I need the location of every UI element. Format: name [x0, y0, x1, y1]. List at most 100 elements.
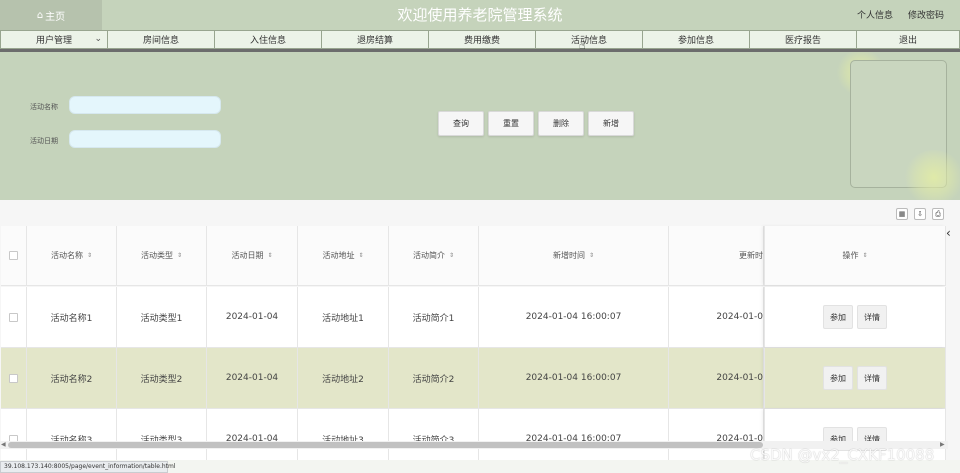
nav-item-logout[interactable]: 退出 — [857, 31, 960, 48]
table-cell: 活动名称3 — [27, 409, 117, 460]
profile-link[interactable]: 个人信息 — [857, 8, 893, 21]
print-icon[interactable]: ⎙ — [932, 208, 944, 220]
activity-date-label: 活动日期 — [30, 137, 58, 145]
table-cell: 活动名称2 — [27, 348, 117, 408]
nav-item-activity-info[interactable]: 活动信息 — [536, 31, 643, 48]
table-cell: 活动地址3 — [298, 409, 389, 460]
column-label: 活动日期 — [231, 251, 264, 260]
activity-date-input[interactable] — [69, 130, 221, 148]
column-header[interactable]: 新增时间 ⇕ — [479, 226, 669, 285]
table-cell: 活动简介3 — [389, 409, 479, 460]
status-url: 39.108.173.140:8005/page/event_informati… — [0, 461, 176, 473]
add-button[interactable]: 新增 — [588, 111, 634, 136]
column-header[interactable]: 活动名称 ⇕ — [27, 226, 117, 285]
cursor-icon: ☝ — [579, 39, 586, 52]
export-icon[interactable]: ⇩ — [914, 208, 926, 220]
main-nav: 用户管理 ⌄ 房间信息 入住信息 退房结算 费用缴费 活动信息 参加信息 医疗报… — [0, 30, 960, 49]
nav-item-room-info[interactable]: 房间信息 — [108, 31, 215, 48]
scroll-right-icon[interactable]: ▶ — [940, 441, 945, 449]
column-header[interactable]: 更新时 — [669, 226, 764, 285]
page-title: 欢迎使用养老院管理系统 — [397, 6, 563, 24]
chevron-down-icon: ⌄ — [94, 34, 102, 44]
row-select-cell — [1, 409, 27, 460]
column-header[interactable]: 活动日期 ⇕ — [207, 226, 298, 285]
table-cell: 活动地址2 — [298, 348, 389, 408]
sort-icon: ⇕ — [448, 252, 455, 259]
nav-item-participation-info[interactable]: 参加信息 — [643, 31, 750, 48]
column-header[interactable]: 操作 ⇕ — [764, 226, 946, 285]
delete-button[interactable]: 删除 — [538, 111, 584, 136]
select-all-checkbox[interactable] — [9, 251, 18, 260]
table-cell: 2024-01-0 — [669, 348, 764, 408]
columns-icon[interactable]: ▦ — [896, 208, 908, 220]
nav-label: 房间信息 — [142, 36, 179, 46]
reset-button[interactable]: 重置 — [488, 111, 534, 136]
nav-label: 活动信息 — [570, 36, 607, 46]
sort-icon: ⇕ — [862, 252, 868, 259]
column-label: 新增时间 — [552, 251, 585, 260]
column-header[interactable]: 活动地址 ⇕ — [298, 226, 389, 285]
table-cell: 2024-01-04 16:00:07 — [479, 409, 669, 460]
row-checkbox[interactable] — [9, 312, 18, 322]
row-actions: 参加 详情 — [764, 348, 946, 408]
row-checkbox[interactable] — [9, 373, 18, 383]
row-select-cell — [1, 348, 27, 408]
table-row[interactable]: 活动名称1 活动类型1 2024-01-04 活动地址1 活动简介1 2024-… — [1, 287, 946, 348]
sort-icon: ⇕ — [588, 252, 595, 259]
activity-name-label: 活动名称 — [30, 103, 58, 111]
nav-label: 费用缴费 — [463, 36, 500, 46]
detail-button[interactable]: 详情 — [857, 305, 887, 329]
top-header: ⌂ 主页 欢迎使用养老院管理系统 个人信息 修改密码 — [0, 0, 960, 30]
query-button[interactable]: 查询 — [438, 111, 484, 136]
nav-item-user-management[interactable]: 用户管理 ⌄ — [0, 31, 108, 48]
nav-item-checkout[interactable]: 退房结算 — [322, 31, 429, 48]
nav-item-checkin-info[interactable]: 入住信息 — [215, 31, 322, 48]
activity-name-input[interactable] — [69, 96, 221, 114]
table-cell: 2024-01-04 — [207, 409, 298, 460]
sort-icon: ⇕ — [358, 252, 364, 259]
select-all-cell — [1, 226, 27, 285]
table-area: ▦ ⇩ ⎙ ‹ 活动名称 ⇕ 活动类型 ⇕ 活动日期 ⇕ 活动地址 ⇕ 活动简介 ⇕ 新增… — [0, 200, 960, 460]
table-row[interactable]: 活动名称2 活动类型2 2024-01-04 活动地址2 活动简介2 2024-… — [1, 348, 946, 409]
sort-icon: ⇕ — [267, 252, 273, 259]
chevron-left-icon[interactable]: ‹ — [946, 226, 951, 240]
join-button[interactable]: 参加 — [823, 305, 853, 329]
sort-icon: ⇕ — [176, 252, 183, 259]
column-label: 活动地址 — [322, 251, 355, 260]
column-label: 更新时 — [739, 251, 763, 260]
column-label: 操作 — [842, 251, 859, 260]
change-password-link[interactable]: 修改密码 — [908, 8, 944, 21]
table-cell: 2024-01-04 — [207, 348, 298, 408]
join-button[interactable]: 参加 — [823, 366, 853, 390]
row-select-cell — [1, 287, 27, 347]
table-cell: 活动类型1 — [117, 287, 207, 347]
home-icon: ⌂ — [36, 9, 44, 21]
detail-button[interactable]: 详情 — [857, 366, 887, 390]
nav-label: 入住信息 — [249, 36, 286, 46]
table-header-row: 活动名称 ⇕ 活动类型 ⇕ 活动日期 ⇕ 活动地址 ⇕ 活动简介 ⇕ 新增时间 ⇕ 更新时 … — [1, 226, 946, 286]
decorative-glow — [904, 150, 960, 200]
column-header[interactable]: 活动类型 ⇕ — [117, 226, 207, 285]
scroll-left-icon[interactable]: ◀ — [1, 441, 6, 449]
table-cell: 活动地址1 — [298, 287, 389, 347]
column-header[interactable]: 活动简介 ⇕ — [389, 226, 479, 285]
nav-item-fee-payment[interactable]: 费用缴费 — [429, 31, 536, 48]
nav-label: 医疗报告 — [784, 36, 821, 46]
search-panel: 活动名称 活动日期 查询 重置 删除 新增 — [0, 52, 960, 200]
table-cell: 2024-01-04 16:00:07 — [479, 348, 669, 408]
home-tab[interactable]: ⌂ 主页 — [0, 0, 102, 30]
table-cell: 活动类型3 — [117, 409, 207, 460]
watermark: CSDN @vx2_CXKF10088 — [750, 446, 935, 464]
scrollbar-thumb[interactable] — [8, 442, 763, 448]
home-label: 主页 — [45, 11, 66, 23]
nav-label: 退房结算 — [356, 36, 393, 46]
nav-item-medical-report[interactable]: 医疗报告 — [750, 31, 857, 48]
table-cell: 活动类型2 — [117, 348, 207, 408]
column-label: 活动简介 — [412, 251, 445, 260]
column-label: 活动名称 — [50, 251, 83, 260]
table-cell: 2024-01-04 16:00:07 — [479, 287, 669, 347]
table-cell: 活动简介2 — [389, 348, 479, 408]
column-label: 活动类型 — [140, 251, 173, 260]
table-cell: 活动名称1 — [27, 287, 117, 347]
row-actions: 参加 详情 — [764, 287, 946, 347]
